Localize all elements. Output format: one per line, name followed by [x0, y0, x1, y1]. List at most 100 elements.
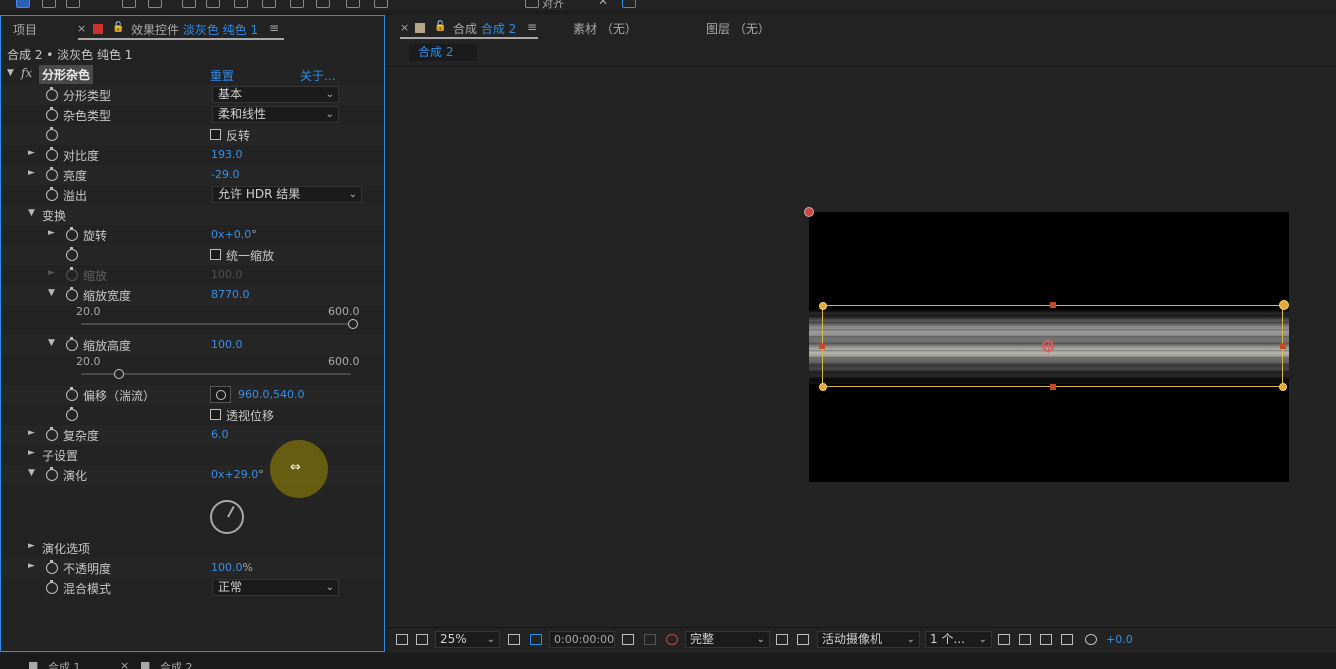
scale-width-slider-knob[interactable]: [348, 319, 358, 329]
transparency-grid-icon[interactable]: [797, 634, 809, 645]
fast-preview-icon[interactable]: [1019, 634, 1031, 645]
expand-toggle[interactable]: ►: [28, 561, 35, 571]
stopwatch-icon[interactable]: [46, 127, 58, 141]
tab-layer[interactable]: 图层 （无）: [706, 20, 770, 37]
corner-handle-tr[interactable]: [1279, 300, 1289, 310]
lock-icon[interactable]: 🔓: [112, 22, 124, 33]
toggle-mask-icon[interactable]: [530, 634, 542, 645]
hand-tool-icon[interactable]: [42, 0, 56, 8]
fractal-type-dropdown[interactable]: 基本 ⌄: [212, 86, 339, 103]
region-of-interest-icon[interactable]: [776, 634, 788, 645]
channel-color-icon[interactable]: [666, 634, 678, 645]
invert-checkbox[interactable]: [210, 129, 221, 140]
opacity-value[interactable]: 100.0%: [211, 561, 253, 574]
scale-width-slider-track[interactable]: [81, 323, 351, 325]
edge-handle-top[interactable]: [1050, 302, 1056, 308]
blend-mode-dropdown[interactable]: 正常 ⌄: [212, 579, 339, 596]
timeline-tab-comp1[interactable]: 合成 1: [48, 659, 81, 669]
stopwatch-icon[interactable]: [66, 287, 78, 301]
expand-toggle[interactable]: ►: [28, 428, 35, 438]
rotation-value[interactable]: 0x+0.0°: [211, 228, 257, 241]
snap-checkbox[interactable]: [525, 0, 539, 8]
viewer-stage[interactable]: [388, 67, 1336, 627]
text-tool-icon[interactable]: [234, 0, 248, 8]
zoom-dropdown[interactable]: 25% ⌄: [435, 631, 500, 648]
edge-handle-right[interactable]: [1280, 343, 1286, 349]
corner-handle-br[interactable]: [1279, 383, 1287, 391]
rectangle-tool-icon[interactable]: [182, 0, 196, 8]
collapse-toggle[interactable]: ▼: [28, 208, 35, 218]
evolution-value[interactable]: 0x+29.0°: [211, 468, 264, 481]
expand-toggle[interactable]: ►: [48, 228, 55, 238]
effect-collapse-toggle[interactable]: ▼: [7, 68, 14, 78]
selection-tool-icon[interactable]: [16, 0, 30, 8]
snap-options-icon[interactable]: [622, 0, 636, 8]
stopwatch-icon[interactable]: [46, 427, 58, 441]
stopwatch-icon[interactable]: [46, 167, 58, 181]
stopwatch-icon[interactable]: [46, 560, 58, 574]
views-dropdown[interactable]: 1 个... ⌄: [925, 631, 992, 648]
lock-icon[interactable]: 🔓: [434, 21, 446, 32]
corner-handle-bl[interactable]: [819, 383, 827, 391]
tab-project[interactable]: 项目: [13, 21, 37, 38]
pan-behind-tool-icon[interactable]: [148, 0, 162, 8]
crosshair-target-icon[interactable]: [210, 386, 231, 403]
perspective-offset-checkbox[interactable]: [210, 409, 221, 420]
about-link[interactable]: 关于...: [300, 67, 335, 84]
stopwatch-icon[interactable]: [66, 227, 78, 241]
stopwatch-icon[interactable]: [46, 467, 58, 481]
contrast-value[interactable]: 193.0: [211, 148, 243, 161]
stopwatch-icon[interactable]: [66, 247, 78, 261]
timeline-tab-comp2[interactable]: 合成 2: [160, 659, 193, 669]
reset-exposure-icon[interactable]: [1085, 634, 1097, 645]
stopwatch-icon[interactable]: [66, 337, 78, 351]
safe-margins-icon[interactable]: [508, 634, 520, 645]
zoom-tool-icon[interactable]: [66, 0, 80, 8]
noise-type-dropdown[interactable]: 柔和线性 ⌄: [212, 106, 339, 123]
expand-toggle[interactable]: ►: [28, 541, 35, 551]
stopwatch-icon[interactable]: [46, 147, 58, 161]
tab-composition[interactable]: 合成 合成 2: [453, 20, 516, 37]
stopwatch-icon[interactable]: [46, 107, 58, 121]
stopwatch-icon[interactable]: [46, 187, 58, 201]
panel-menu-icon[interactable]: ≡: [269, 21, 279, 35]
current-time-field[interactable]: 0:00:00:00: [549, 631, 615, 648]
always-preview-icon[interactable]: [396, 634, 408, 645]
close-tab-icon[interactable]: ×: [120, 659, 129, 669]
tab-effect-controls[interactable]: 效果控件 淡灰色 纯色 1: [131, 21, 258, 38]
evolution-angle-dial[interactable]: [210, 500, 244, 534]
roto-brush-tool-icon[interactable]: [346, 0, 360, 8]
overflow-dropdown[interactable]: 允许 HDR 结果 ⌄: [212, 186, 362, 203]
stopwatch-icon[interactable]: [46, 87, 58, 101]
reset-link[interactable]: 重置: [210, 67, 234, 84]
flowchart-icon[interactable]: [1061, 634, 1073, 645]
corner-handle-tl[interactable]: [819, 302, 827, 310]
collapse-toggle[interactable]: ▼: [48, 338, 55, 348]
resolution-dropdown[interactable]: 完整 ⌄: [685, 631, 770, 648]
scale-height-value[interactable]: 100.0: [211, 338, 243, 351]
camera-tool-icon[interactable]: [122, 0, 136, 8]
pen-tool-icon[interactable]: [206, 0, 220, 8]
eraser-tool-icon[interactable]: [316, 0, 330, 8]
comp-breadcrumb-tab[interactable]: 合成 2: [409, 44, 477, 61]
close-tab-icon[interactable]: ×: [400, 21, 409, 34]
puppet-tool-icon[interactable]: [374, 0, 388, 8]
edge-handle-left[interactable]: [819, 343, 825, 349]
exposure-value[interactable]: +0.0: [1106, 633, 1133, 646]
expand-toggle[interactable]: ►: [28, 448, 35, 458]
scale-width-value[interactable]: 8770.0: [211, 288, 250, 301]
collapse-toggle[interactable]: ▼: [48, 288, 55, 298]
comp-anchor-marker-icon[interactable]: [804, 207, 814, 217]
tab-footage[interactable]: 素材 （无）: [573, 20, 637, 37]
complexity-value[interactable]: 6.0: [211, 428, 229, 441]
expand-toggle[interactable]: ►: [28, 148, 35, 158]
scale-height-slider-knob[interactable]: [114, 369, 124, 379]
snap-close-icon[interactable]: ✕: [598, 0, 608, 8]
edge-handle-bottom[interactable]: [1050, 384, 1056, 390]
stopwatch-icon[interactable]: [66, 407, 78, 421]
snapshot-camera-icon[interactable]: [622, 634, 634, 645]
panel-menu-icon[interactable]: ≡: [527, 20, 537, 34]
effect-name[interactable]: 分形杂色: [39, 65, 94, 84]
monitor-icon[interactable]: [416, 634, 428, 645]
timeline-icon[interactable]: [1040, 634, 1052, 645]
